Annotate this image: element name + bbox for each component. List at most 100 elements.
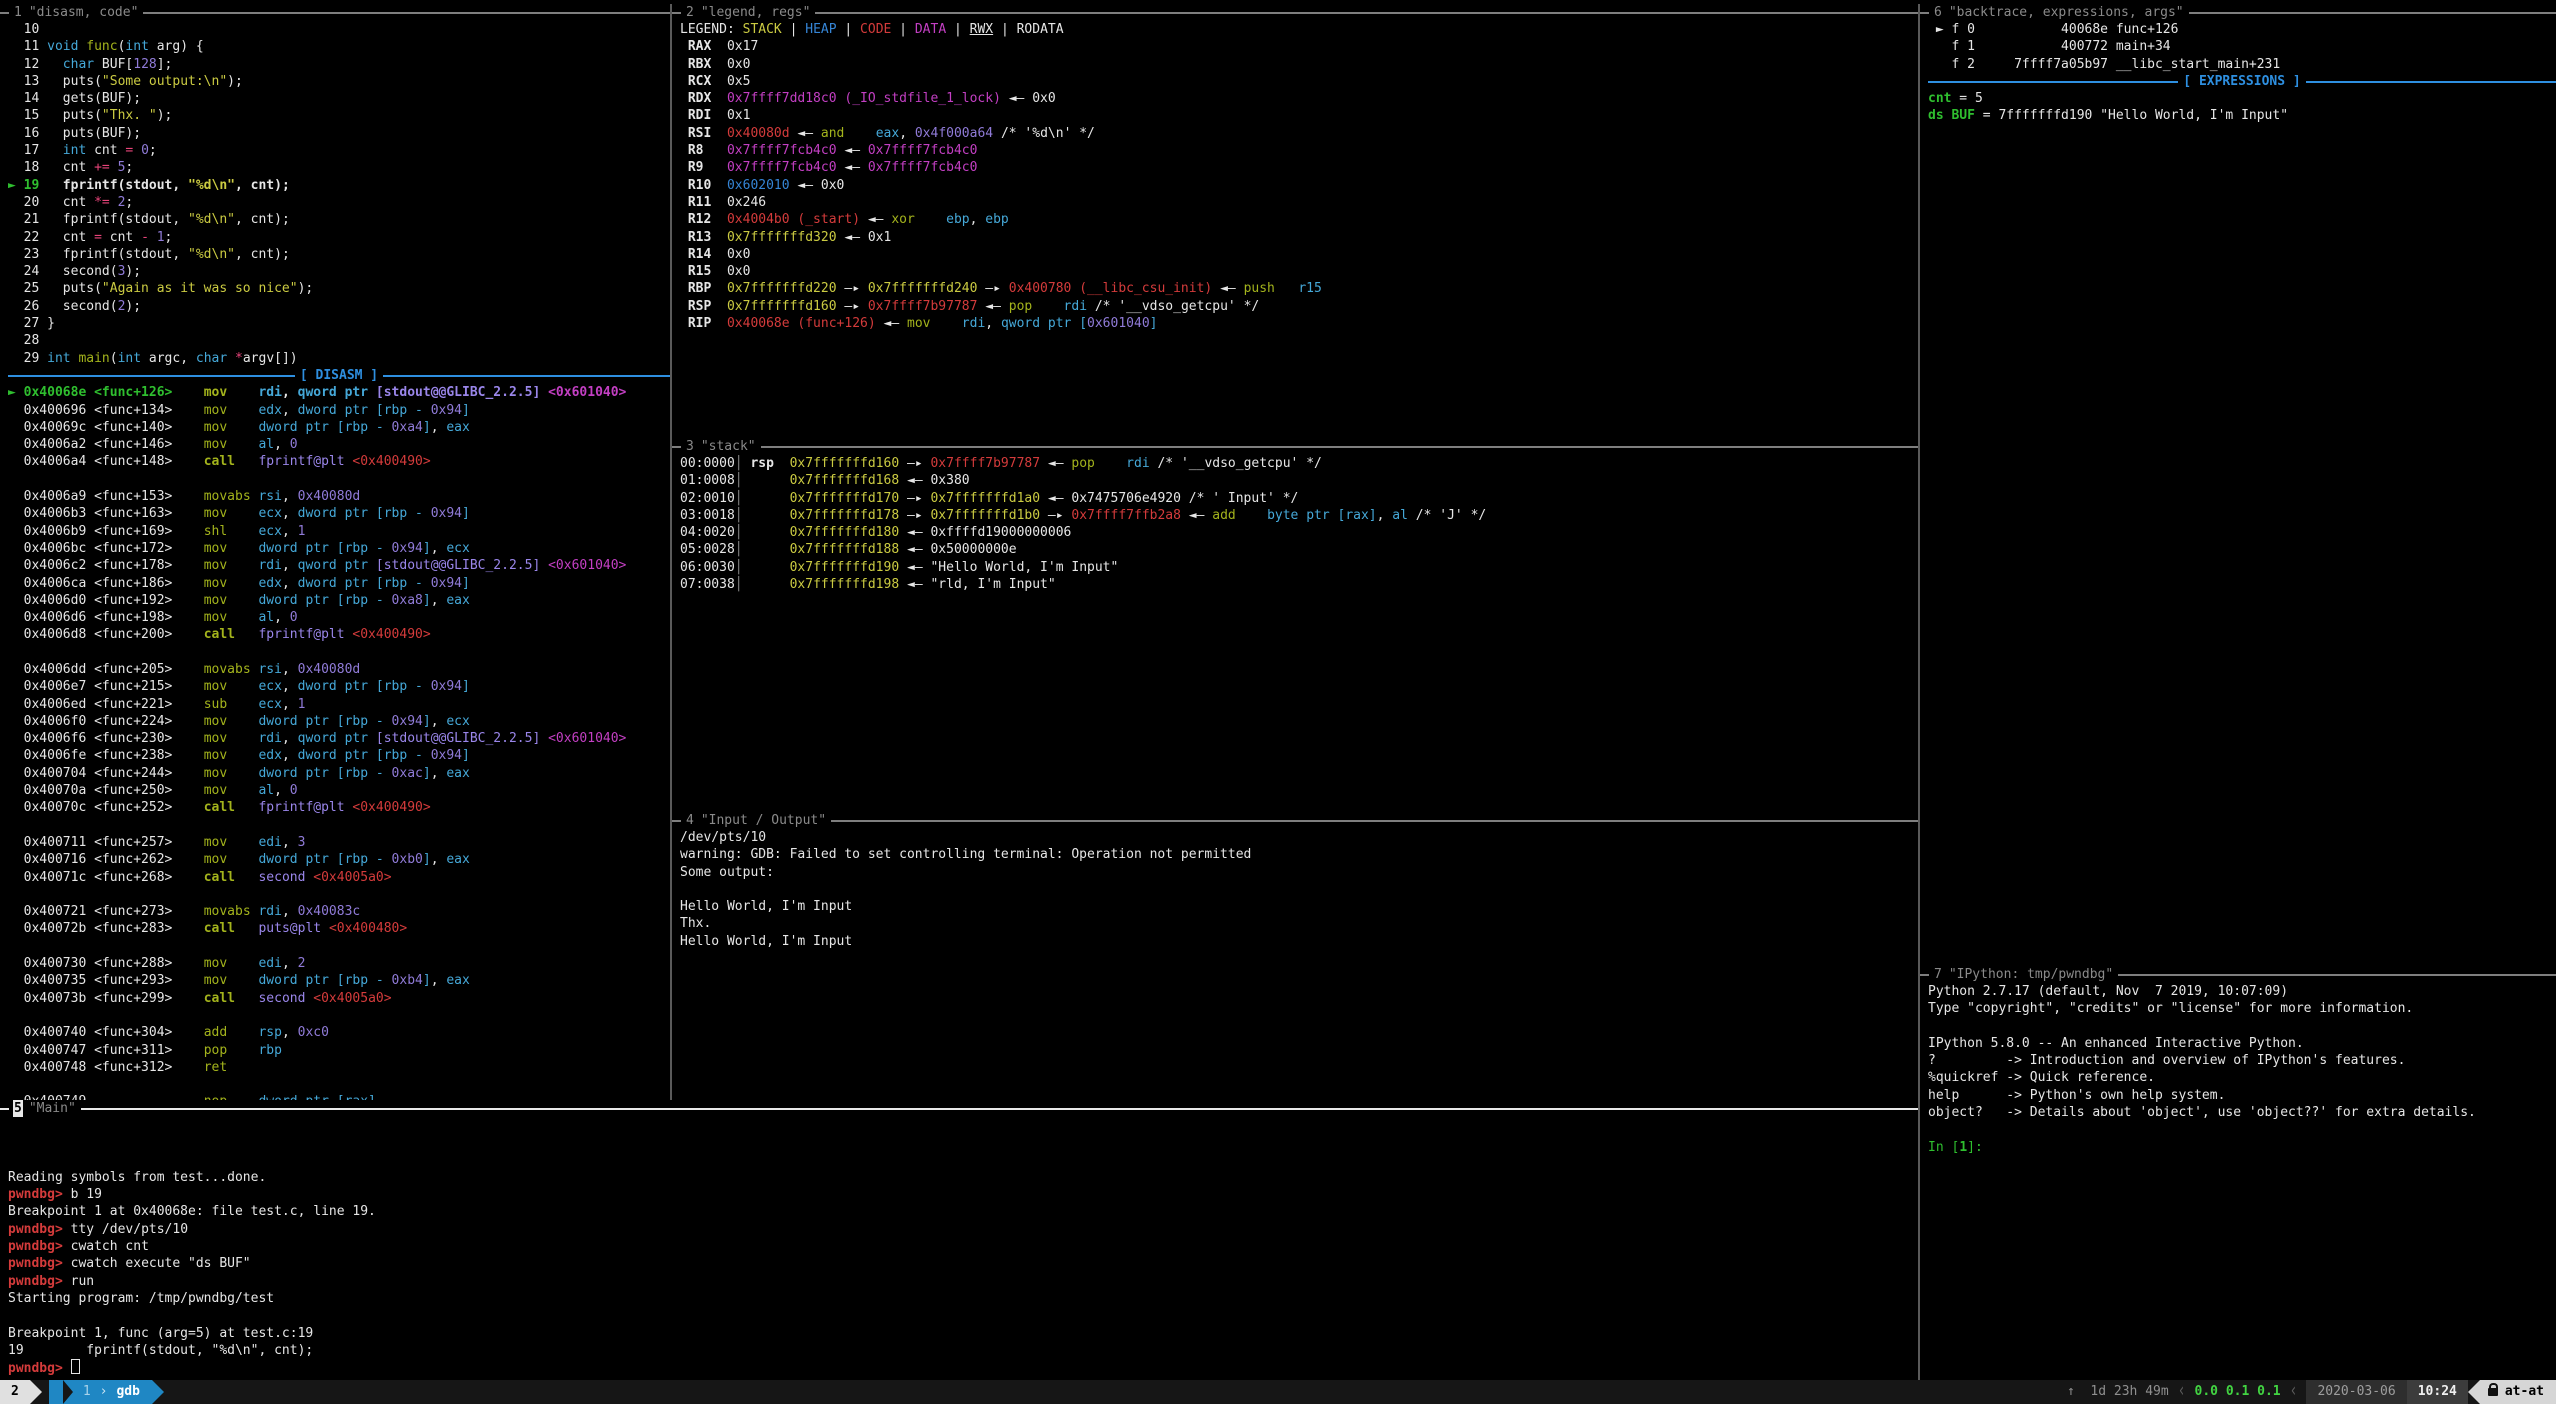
terminal-line: pwndbg> run [8,1273,1918,1290]
section-separator-label: [ EXPRESSIONS ] [2178,73,2305,90]
window-tab-gdb[interactable]: 1 › gdb [49,1380,152,1404]
border-line [815,12,1918,14]
terminal-line: 0x40070c <func+252> call fprintf@plt <0x… [8,799,670,816]
terminal-line: 0x4006f6 <func+230> mov rdi, qword ptr [… [8,730,670,747]
terminal-line: R15 0x0 [680,263,1918,280]
pane-border-legend-regs: 2 "legend, regs" [672,4,1918,21]
pane-number: 2 [685,4,695,21]
terminal-line: 02:0010│ 0x7fffffffd170 —▸ 0x7fffffffd1a… [680,490,1918,507]
terminal-line: 23 fprintf(stdout, "%d\n", cnt); [8,246,670,263]
terminal-line [680,881,1918,898]
terminal-line: 15 puts("Thx. "); [8,107,670,124]
pane-border-backtrace: 6 "backtrace, expressions, args" [1920,4,2556,21]
terminal-line: 13 puts("Some output:\n"); [8,73,670,90]
tmux-screen: 1 "disasm, code" 10 11 void func(int arg… [0,0,2556,1404]
disasm-code-content: 10 11 void func(int arg) { 12 char BUF[1… [0,21,670,1100]
terminal-line: Reading symbols from test...done. [8,1169,1918,1186]
terminal-line: ? -> Introduction and overview of IPytho… [1928,1052,2556,1069]
terminal-line: pwndbg> [8,1359,1918,1376]
terminal-line: 0x400748 <func+312> ret [8,1059,670,1076]
gdb-console-content[interactable]: Reading symbols from test...done.pwndbg>… [0,1117,1918,1376]
pane-border-ipython: 7 "IPython: tmp/pwndbg" [1920,966,2556,983]
border-line [81,1108,1918,1110]
terminal-line: R10 0x602010 ◄— 0x0 [680,177,1918,194]
pane-title: "Main" [29,1100,76,1117]
terminal-line: ► 19 fprintf(stdout, "%d\n", cnt); [8,177,670,194]
terminal-line: 0x400704 <func+244> mov dword ptr [rbp -… [8,765,670,782]
terminal-line: 11 void func(int arg) { [8,38,670,55]
hostname: at-at [2505,1380,2544,1404]
terminal-line [8,886,670,903]
border-dash [672,446,681,448]
border-dash [0,1108,9,1110]
terminal-line: 0x40071c <func+268> call second <0x4005a… [8,869,670,886]
terminal-line: 22 cnt = cnt - 1; [8,229,670,246]
terminal-line: 03:0018│ 0x7fffffffd178 —▸ 0x7fffffffd1b… [680,507,1918,524]
terminal-line: object? -> Details about 'object', use '… [1928,1104,2556,1121]
terminal-line: R13 0x7fffffffd320 ◄— 0x1 [680,229,1918,246]
terminal-line: RIP 0x40068e (func+126) ◄— mov rdi, qwor… [680,315,1918,332]
border-line [143,12,670,14]
terminal-line: /dev/pts/10 [680,829,1918,846]
window-index: 1 [83,1380,91,1404]
tmux-status-bar: 2 1 › gdb ↑ 1d 23h 49m ‹ 0.0 0.1 0.1 ‹ 2… [0,1380,2556,1404]
terminal-line: 25 puts("Again as it was so nice"); [8,280,670,297]
terminal-line [1928,1018,2556,1035]
stack-content: 00:0000│ rsp 0x7fffffffd160 —▸ 0x7ffff7b… [672,455,1918,593]
terminal-line [8,1307,1918,1324]
terminal-line: RBX 0x0 [680,56,1918,73]
pane-title: "Input / Output" [701,812,826,829]
ipython-content[interactable]: Python 2.7.17 (default, Nov 7 2019, 10:0… [1920,983,2556,1156]
terminal-line: 0x400721 <func+273> movabs rdi, 0x40083c [8,903,670,920]
session-indicator[interactable]: 2 [0,1380,30,1404]
pane-border-stack: 3 "stack" [672,438,1918,455]
terminal-line: 05:0028│ 0x7fffffffd188 ◄— 0x50000000e [680,541,1918,558]
hostname-segment: at-at [2480,1380,2556,1404]
pane-input-output[interactable]: 4 "Input / Output" /dev/pts/10warning: G… [672,812,1918,1100]
terminal-line: 0x4006bc <func+172> mov dword ptr [rbp -… [8,540,670,557]
terminal-line: RDX 0x7ffff7dd18c0 (_IO_stdfile_1_lock) … [680,90,1918,107]
terminal-line: 27 } [8,315,670,332]
pane-stack[interactable]: 3 "stack" 00:0000│ rsp 0x7fffffffd160 —▸… [672,438,1918,812]
terminal-line: 0x4006d8 <func+200> call fprintf@plt <0x… [8,626,670,643]
pane-disasm-code[interactable]: 1 "disasm, code" 10 11 void func(int arg… [0,4,670,1100]
terminal-line: pwndbg> cwatch execute "ds BUF" [8,1255,1918,1272]
pane-main[interactable]: 5 "Main" Reading symbols from test...don… [0,1100,1918,1380]
terminal-line: 0x40072b <func+283> call puts@plt <0x400… [8,920,670,937]
border-dash [0,12,9,14]
terminal-line: 0x400716 <func+262> mov dword ptr [rbp -… [8,851,670,868]
terminal-line: 06:0030│ 0x7fffffffd190 ◄— "Hello World,… [680,559,1918,576]
pane-number: 4 [685,812,695,829]
terminal-line: 0x40073b <func+299> call second <0x4005a… [8,990,670,1007]
terminal-line: RSP 0x7fffffffd160 —▸ 0x7ffff7b97787 ◄— … [680,298,1918,315]
terminal-line: RCX 0x5 [680,73,1918,90]
chevron-left-icon: ‹ [2281,1374,2307,1404]
terminal-line: Breakpoint 1, func (arg=5) at test.c:19 [8,1325,1918,1342]
terminal-line: pwndbg> b 19 [8,1186,1918,1203]
terminal-line: 0x4006ed <func+221> sub ecx, 1 [8,696,670,713]
terminal-line: 18 cnt += 5; [8,159,670,176]
terminal-line: [ EXPRESSIONS ] [1928,73,2556,90]
border-line [761,446,1918,448]
powerline-arrow-icon [2468,1380,2480,1404]
terminal-line [8,817,670,834]
pane-ipython[interactable]: 7 "IPython: tmp/pwndbg" Python 2.7.17 (d… [1920,966,2556,1380]
chevron-left-icon: ‹ [2169,1374,2195,1404]
date-indicator: 2020-03-06 [2306,1380,2406,1404]
terminal-line: 21 fprintf(stdout, "%d\n", cnt); [8,211,670,228]
pane-legend-regs[interactable]: 2 "legend, regs" LEGEND: STACK | HEAP | … [672,4,1918,438]
powerline-notch-icon [63,1380,73,1404]
pane-title: "stack" [701,438,756,455]
terminal-line: RBP 0x7fffffffd220 —▸ 0x7fffffffd240 —▸ … [680,280,1918,297]
terminal-line: 00:0000│ rsp 0x7fffffffd160 —▸ 0x7ffff7b… [680,455,1918,472]
terminal-line: 0x4006f0 <func+224> mov dword ptr [rbp -… [8,713,670,730]
pane-border-disasm-code: 1 "disasm, code" [0,4,670,21]
terminal-line: 29 int main(int argc, char *argv[]) [8,350,670,367]
pane-backtrace[interactable]: 6 "backtrace, expressions, args" ► f 0 4… [1920,4,2556,966]
border-line [831,820,1918,822]
terminal-line: 0x4006fe <func+238> mov edx, dword ptr [… [8,747,670,764]
terminal-line: 17 int cnt = 0; [8,142,670,159]
terminal-line: R12 0x4004b0 (_start) ◄— xor ebp, ebp [680,211,1918,228]
terminal-line [8,1076,670,1093]
terminal-line: pwndbg> tty /dev/pts/10 [8,1221,1918,1238]
